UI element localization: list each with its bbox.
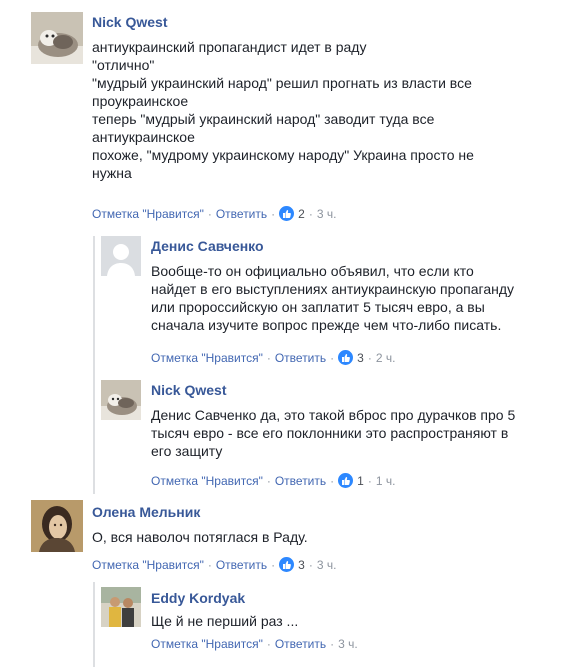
timestamp[interactable]: 3 ч. bbox=[317, 558, 337, 572]
avatar[interactable] bbox=[101, 236, 141, 276]
comment-text: Ще й не перший раз ... bbox=[151, 613, 299, 629]
comment-author[interactable]: Денис Савченко bbox=[151, 238, 264, 254]
like-link[interactable]: Отметка "Нравится" bbox=[151, 351, 263, 365]
reply-link[interactable]: Ответить bbox=[275, 637, 326, 651]
avatar[interactable] bbox=[101, 587, 141, 627]
timestamp[interactable]: 1 ч. bbox=[376, 474, 396, 488]
like-link[interactable]: Отметка "Нравится" bbox=[92, 207, 204, 221]
reaction-count[interactable]: 1 bbox=[357, 474, 364, 488]
comment-text: антиукраинский пропагандист идет в раду … bbox=[92, 39, 474, 181]
comment-actions: Отметка "Нравится" · Ответить · 3 ч. bbox=[151, 637, 358, 651]
thumbs-up-icon[interactable] bbox=[279, 206, 295, 221]
comment-text: Вообще-то он официально объявил, что есл… bbox=[151, 263, 515, 333]
thumbs-up-icon[interactable] bbox=[338, 473, 354, 488]
reaction-count[interactable]: 2 bbox=[298, 207, 305, 221]
reaction-count[interactable]: 3 bbox=[357, 351, 364, 365]
like-link[interactable]: Отметка "Нравится" bbox=[151, 637, 263, 651]
comment-text: О, вся наволоч потяглася в Раду. bbox=[92, 529, 308, 545]
avatar[interactable] bbox=[31, 12, 83, 64]
reply-link[interactable]: Ответить bbox=[216, 207, 267, 221]
reply-link[interactable]: Ответить bbox=[216, 558, 267, 572]
reply-link[interactable]: Ответить bbox=[275, 474, 326, 488]
comment-author[interactable]: Nick Qwest bbox=[92, 14, 167, 30]
timestamp[interactable]: 2 ч. bbox=[376, 351, 396, 365]
comment-author[interactable]: Eddy Kordyak bbox=[151, 590, 245, 606]
comment-actions: Отметка "Нравится" · Ответить · 1 · 1 ч. bbox=[151, 473, 396, 488]
thumbs-up-icon[interactable] bbox=[338, 350, 354, 365]
comment-text: Денис Савченко да, это такой вброс про д… bbox=[151, 407, 516, 459]
reply-thread-line bbox=[93, 582, 95, 667]
reaction-count[interactable]: 3 bbox=[298, 558, 305, 572]
comment-actions: Отметка "Нравится" · Ответить · 3 · 3 ч. bbox=[92, 557, 337, 572]
like-link[interactable]: Отметка "Нравится" bbox=[92, 558, 204, 572]
timestamp[interactable]: 3 ч. bbox=[338, 637, 358, 651]
avatar[interactable] bbox=[101, 380, 141, 420]
comment-author[interactable]: Олена Мельник bbox=[92, 504, 200, 520]
comment-actions: Отметка "Нравится" · Ответить · 2 · 3 ч. bbox=[92, 206, 337, 221]
reply-thread-line bbox=[93, 236, 95, 494]
timestamp[interactable]: 3 ч. bbox=[317, 207, 337, 221]
avatar[interactable] bbox=[31, 500, 83, 552]
like-link[interactable]: Отметка "Нравится" bbox=[151, 474, 263, 488]
comment-author[interactable]: Nick Qwest bbox=[151, 382, 226, 398]
comment-actions: Отметка "Нравится" · Ответить · 3 · 2 ч. bbox=[151, 350, 396, 365]
reply-link[interactable]: Ответить bbox=[275, 351, 326, 365]
thumbs-up-icon[interactable] bbox=[279, 557, 295, 572]
